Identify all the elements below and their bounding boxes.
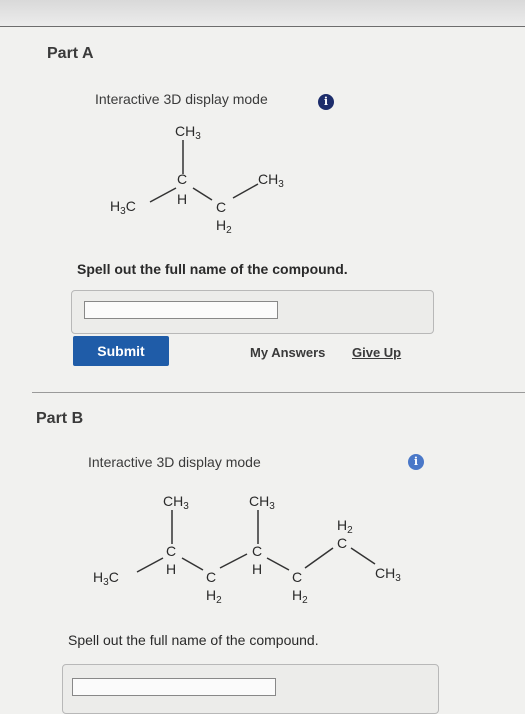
bond-6	[350, 547, 376, 565]
top-methyl: CH3	[175, 123, 201, 142]
part-b-answer-input[interactable]	[72, 678, 276, 696]
ch-carbon-1: C	[166, 543, 176, 559]
methyl-2: CH3	[249, 493, 275, 512]
part-b-title: Part B	[36, 410, 84, 427]
part-b-structure: CH3 CH3 H3C C H C H2 C H C H2 H2 C CH3	[93, 493, 401, 606]
part-b-info-icon[interactable]: i	[408, 454, 424, 470]
ch2-h2-2: H2	[292, 587, 308, 606]
methyl-1: CH3	[163, 493, 189, 512]
ch2-carbon-3: C	[337, 535, 347, 551]
end-methyl: CH3	[258, 171, 284, 190]
center-hydrogen: H	[177, 191, 187, 207]
part-a-title: Part A	[47, 45, 94, 62]
my-answers-link[interactable]: My Answers	[250, 345, 325, 360]
window-top-bar	[0, 0, 525, 26]
ch2-h2-1: H2	[206, 587, 222, 606]
part-a-display-mode[interactable]: Interactive 3D display mode	[95, 91, 268, 107]
give-up-link[interactable]: Give Up	[352, 345, 401, 360]
right-h2: H2	[216, 217, 232, 236]
left-methyl: H3C	[110, 198, 136, 217]
ch2-carbon-2: C	[292, 569, 302, 585]
bond-4	[266, 557, 290, 571]
bond-5	[304, 547, 334, 569]
top-divider	[0, 26, 525, 27]
bond-left	[149, 187, 177, 203]
left-methyl: H3C	[93, 569, 119, 588]
ch2-h2-3: H2	[337, 517, 353, 536]
ch-hydrogen-1: H	[166, 561, 176, 577]
end-methyl: CH3	[375, 565, 401, 584]
part-b-prompt: Spell out the full name of the compound.	[68, 632, 319, 648]
part-divider	[32, 392, 525, 393]
bond-2	[181, 557, 204, 571]
bond-end	[232, 183, 259, 199]
bond-3	[219, 553, 248, 569]
part-a-info-icon[interactable]: i	[318, 94, 334, 110]
part-a-answer-input[interactable]	[84, 301, 278, 319]
part-a-prompt: Spell out the full name of the compound.	[77, 261, 348, 277]
ch-carbon-2: C	[252, 543, 262, 559]
submit-button[interactable]: Submit	[73, 336, 169, 366]
center-carbon: C	[177, 171, 187, 187]
right-carbon: C	[216, 199, 226, 215]
ch2-carbon-1: C	[206, 569, 216, 585]
ch-hydrogen-2: H	[252, 561, 262, 577]
bond-right	[192, 187, 213, 201]
bond-1	[136, 557, 164, 573]
part-a-structure: CH3 C H H3C C H2 CH3	[110, 123, 284, 236]
part-b-display-mode[interactable]: Interactive 3D display mode	[88, 454, 261, 470]
